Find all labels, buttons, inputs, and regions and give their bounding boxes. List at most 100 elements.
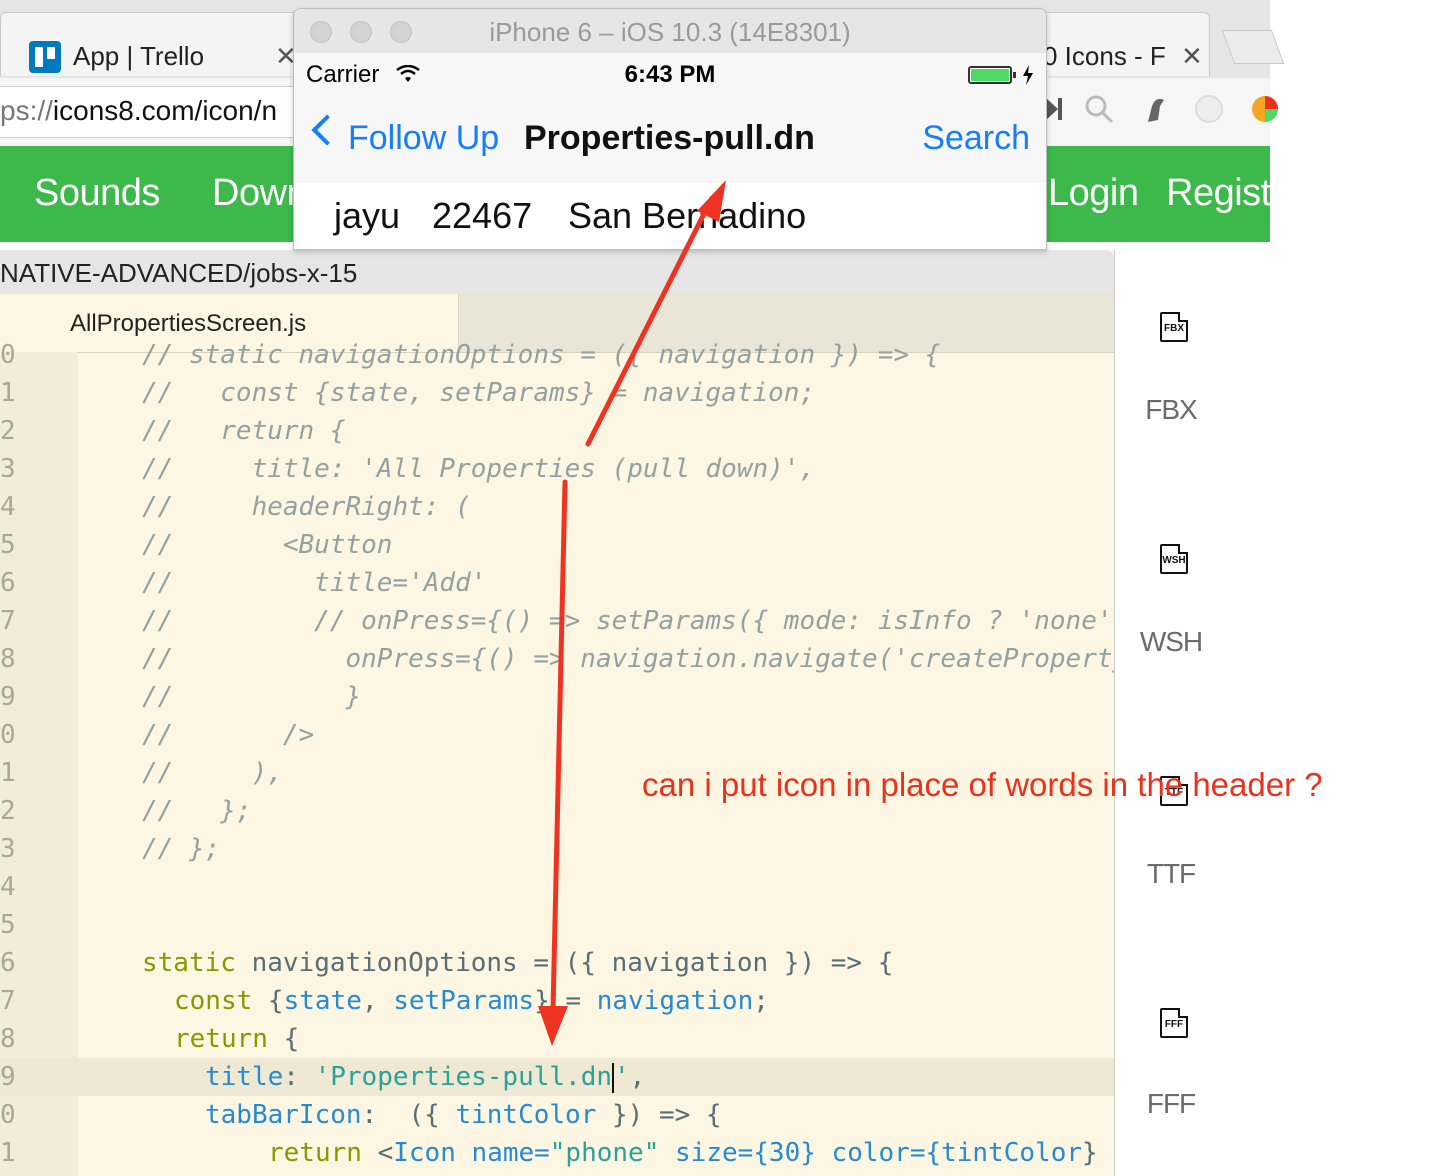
project-path: NATIVE-ADVANCED/jobs-x-15: [0, 258, 358, 288]
code-text: // ),: [142, 758, 283, 788]
url-input[interactable]: ps://icons8.com/icon/n: [0, 86, 301, 138]
line-number: 6: [0, 568, 16, 598]
line-number: 1: [0, 758, 16, 788]
line-number: 2: [0, 796, 16, 826]
line-number: 4: [0, 492, 16, 522]
tab-title: 0 Icons - F: [1043, 41, 1166, 71]
line-number: 7: [0, 986, 16, 1016]
header-title: Properties-pull.dn: [524, 119, 815, 157]
tab-title: App | Trello: [73, 41, 205, 71]
battery-level: [971, 69, 1009, 81]
line-number: 1: [0, 378, 16, 408]
code-line: 0 tabBarIcon: ({ tintColor }) => {: [0, 1096, 1114, 1134]
code-text: // title='Add': [142, 568, 487, 598]
extension-icon[interactable]: [1192, 92, 1226, 126]
line-number: 1: [0, 1138, 16, 1168]
code-line: 0 // />: [0, 716, 1114, 754]
file-icon-wsh[interactable]: WSH: [1160, 544, 1188, 574]
nav-link-login[interactable]: Login: [1048, 172, 1139, 215]
url-scheme: ps://: [0, 95, 53, 126]
file-label-fff: FFF: [1146, 1088, 1196, 1119]
line-number: 0: [0, 720, 16, 750]
search-icon[interactable]: [1082, 92, 1116, 126]
file-format-list: FBX FBX WSH WSH TTF TTF FFF FFF: [1116, 242, 1270, 1176]
code-line: 6 static navigationOptions = ({ navigatio…: [0, 944, 1114, 982]
code-line: 8 // onPress={() => navigation.navigate('…: [0, 640, 1114, 678]
code-line: 8 return {: [0, 1020, 1114, 1058]
file-label-wsh: WSH: [1139, 626, 1203, 657]
clock: 6:43 PM: [624, 61, 716, 88]
code-text: // return {: [142, 416, 346, 446]
line-number: 7: [0, 606, 16, 636]
browser-tab-icons8[interactable]: 0 Icons - F ✕: [1030, 12, 1210, 76]
line-number: 3: [0, 454, 16, 484]
code-line: 2 // return {: [0, 412, 1114, 450]
annotation-question: can i put icon in place of words in the …: [642, 766, 1323, 803]
file-icon-fff[interactable]: FFF: [1160, 1008, 1188, 1038]
nav-link-sounds[interactable]: Sounds: [34, 172, 160, 215]
bird-icon[interactable]: [1138, 92, 1172, 126]
editor-titlebar: NATIVE-ADVANCED/jobs-x-15: [0, 250, 1114, 295]
back-chevron-icon[interactable]: [311, 114, 343, 146]
code-text: // const {state, setParams} = navigation…: [142, 378, 816, 408]
close-icon[interactable]: ✕: [1181, 41, 1203, 72]
row-name: jayu: [334, 195, 401, 236]
simulator-titlebar: iPhone 6 – iOS 10.3 (14E8301): [294, 9, 1046, 54]
line-number: 8: [0, 644, 16, 674]
code-line: 0 // static navigationOptions = ({ naviga…: [0, 336, 1114, 374]
color-wheel-icon[interactable]: [1248, 92, 1282, 126]
editor-tab-label: AllPropertiesScreen.js: [70, 310, 307, 337]
battery-icon: [968, 66, 1016, 84]
code-line: 3 // title: 'All Properties (pull down)',: [0, 450, 1114, 488]
code-text: // static navigationOptions = ({ navigat…: [142, 340, 941, 370]
file-label-fbx: FBX: [1145, 394, 1197, 425]
code-line: 1 return <Icon name="phone" size={30} col…: [0, 1134, 1114, 1172]
line-number: 8: [0, 1024, 16, 1054]
code-line: 1 // const {state, setParams} = navigatio…: [0, 374, 1114, 412]
url-host: icons8.com/icon/n: [52, 95, 278, 126]
code-line: 7 // // onPress={() => setParams({ mode: …: [0, 602, 1114, 640]
file-icon-fbx[interactable]: FBX: [1160, 312, 1188, 342]
line-number: 9: [0, 1062, 16, 1092]
code-text: // />: [142, 720, 315, 750]
line-number: 3: [0, 834, 16, 864]
code-text: // };: [142, 796, 252, 826]
code-text: title: 'Properties-pull.dn',: [205, 1062, 646, 1093]
code-line: 4 // headerRight: (: [0, 488, 1114, 526]
ios-status-bar: Carrier 6:43 PM: [294, 53, 1046, 97]
row-zip: 22467: [432, 195, 533, 236]
nav-link-register[interactable]: Registe: [1166, 172, 1292, 215]
line-number: 5: [0, 910, 16, 940]
code-line: 3 // };: [0, 830, 1114, 868]
row-city: San Bernadino: [568, 195, 807, 236]
list-item[interactable]: jayu 22467 San Bernadino: [294, 183, 1046, 249]
code-text: // <Button: [142, 530, 393, 560]
line-number: 0: [0, 340, 16, 370]
code-text: // }: [142, 682, 362, 712]
line-number: 5: [0, 530, 16, 560]
code-text: // };: [142, 834, 221, 864]
code-text: // // onPress={() => setParams({ mode: i…: [142, 606, 1113, 636]
code-line: 5 // <Button: [0, 526, 1114, 564]
code-text: // onPress={() => navigation.navigate('c…: [142, 644, 1115, 674]
code-text: tabBarIcon: ({ tintColor }) => {: [205, 1100, 722, 1130]
code-line-active: 9 title: 'Properties-pull.dn',: [0, 1058, 1114, 1096]
trello-icon: [29, 41, 61, 73]
search-button[interactable]: Search: [922, 119, 1030, 158]
back-button[interactable]: Follow Up: [348, 119, 499, 158]
code-line: 5: [0, 906, 1114, 944]
charging-bolt-icon: [1023, 65, 1033, 85]
code-text: return {: [174, 1024, 300, 1054]
line-number: 6: [0, 948, 16, 978]
code-text: // title: 'All Properties (pull down)',: [142, 454, 816, 484]
browser-tab-trello[interactable]: App | Trello ✕: [0, 12, 300, 76]
code-area[interactable]: 0 // static navigationOptions = ({ naviga…: [0, 336, 1114, 1176]
ios-navigation-bar: Follow Up Properties-pull.dn Search: [294, 97, 1046, 184]
new-tab-button[interactable]: [1221, 30, 1285, 64]
line-number: 0: [0, 1100, 16, 1130]
line-number: 9: [0, 682, 16, 712]
code-line: 7 const {state, setParams} = navigation;: [0, 982, 1114, 1020]
code-text: const {state, setParams} = navigation;: [174, 986, 769, 1016]
line-number: 4: [0, 872, 16, 902]
code-text: return <Icon name="phone" size={30} colo…: [268, 1138, 1114, 1168]
